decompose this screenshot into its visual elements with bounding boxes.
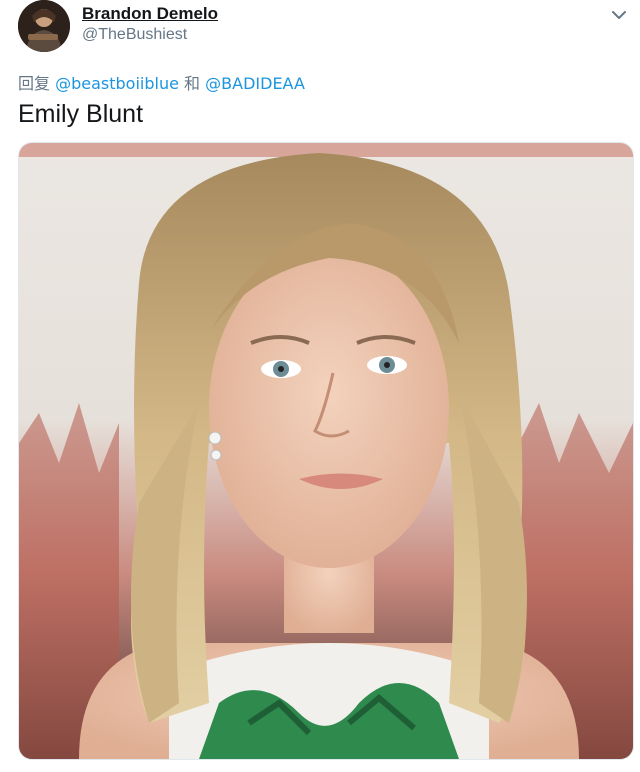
- mention-link-beastboiiblue[interactable]: @beastboiiblue: [55, 74, 179, 93]
- tweet-text: Emily Blunt: [18, 100, 144, 128]
- reply-conjunction: 和: [184, 74, 201, 93]
- tweet-menu-button[interactable]: [608, 4, 630, 26]
- author-handle[interactable]: @TheBushiest: [82, 26, 187, 44]
- portrait-photo-icon: [19, 143, 633, 759]
- author-name[interactable]: Brandon Demelo: [82, 4, 218, 24]
- reply-prefix: 回复: [18, 74, 51, 93]
- chevron-down-icon: [612, 11, 626, 19]
- tweet-photo[interactable]: [18, 142, 634, 760]
- avatar[interactable]: [18, 0, 70, 52]
- tweet: Brandon Demelo @TheBushiest 回复 @beastboi…: [0, 0, 640, 772]
- mention-link-badideaa[interactable]: @BADIDEAA: [205, 74, 305, 93]
- profile-avatar-icon: [18, 0, 70, 52]
- reply-context: 回复 @beastboiiblue 和 @BADIDEAA: [18, 70, 305, 94]
